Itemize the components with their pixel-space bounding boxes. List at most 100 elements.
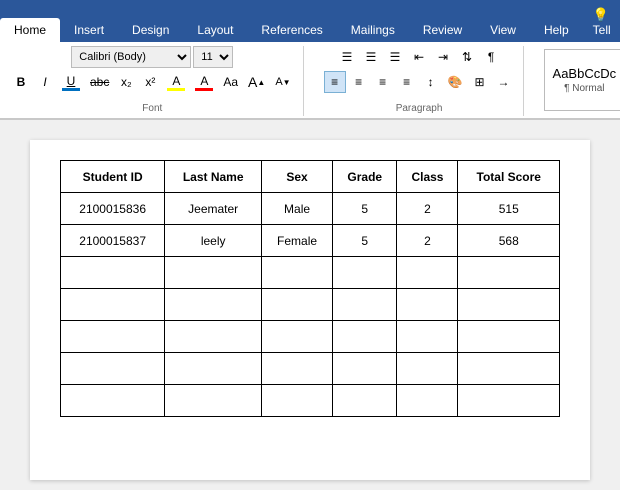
cell-r4-c1 (165, 321, 262, 353)
cell-r1-c2: Female (262, 225, 333, 257)
borders-button[interactable]: ⊞ (469, 71, 491, 93)
highlight-label: A (172, 74, 180, 88)
cell-r2-c1 (165, 257, 262, 289)
underline-button[interactable]: U (58, 71, 84, 93)
cell-r1-c4: 2 (397, 225, 458, 257)
highlight-button[interactable]: A (163, 71, 189, 93)
cell-r1-c3: 5 (333, 225, 397, 257)
cell-r5-c1 (165, 353, 262, 385)
cell-r6-c5 (458, 385, 560, 417)
cell-r1-c0: 2100015837 (61, 225, 165, 257)
style-normal-label: ¶ Normal (564, 83, 604, 94)
font-grow-button[interactable]: A▲ (244, 71, 269, 93)
font-name-select[interactable]: Calibri (Body) (71, 46, 191, 68)
cell-r0-c4: 2 (397, 193, 458, 225)
tab-layout[interactable]: Layout (183, 18, 247, 42)
cell-r0-c3: 5 (333, 193, 397, 225)
tab-review[interactable]: Review (409, 18, 476, 42)
numbered-list-button[interactable]: ☰ (360, 46, 382, 68)
underline-color-bar (62, 88, 80, 91)
line-spacing-button[interactable]: ↕ (420, 71, 442, 93)
cell-r3-c3 (333, 289, 397, 321)
cell-r1-c1: leely (165, 225, 262, 257)
table-row (61, 321, 560, 353)
col-header-grade: Grade (333, 161, 397, 193)
cell-r5-c5 (458, 353, 560, 385)
tab-mailings[interactable]: Mailings (337, 18, 409, 42)
indent-right-button[interactable]: → (493, 71, 515, 93)
cell-r4-c5 (458, 321, 560, 353)
cell-r5-c2 (262, 353, 333, 385)
cell-r1-c5: 568 (458, 225, 560, 257)
cell-r2-c2 (262, 257, 333, 289)
data-table: Student ID Last Name Sex Grade Class Tot… (60, 160, 560, 417)
tab-bar: Home Insert Design Layout References Mai… (0, 0, 620, 42)
cell-r4-c3 (333, 321, 397, 353)
col-header-sex: Sex (262, 161, 333, 193)
align-center-button[interactable]: ≡ (348, 71, 370, 93)
tab-view[interactable]: View (476, 18, 530, 42)
font-case-button[interactable]: Aa (219, 71, 242, 93)
font-shrink-button[interactable]: A▼ (271, 71, 294, 93)
shading-button[interactable]: 🎨 (444, 71, 467, 93)
font-size-select[interactable]: 11 (193, 46, 233, 68)
table-row (61, 353, 560, 385)
cell-r5-c3 (333, 353, 397, 385)
strikethrough-button[interactable]: abc (86, 71, 113, 93)
cell-r4-c4 (397, 321, 458, 353)
subscript-button[interactable]: x₂ (115, 71, 137, 93)
ribbon-group-font: Calibri (Body) 11 B I U abc x₂ x² A (6, 46, 304, 116)
justify-button[interactable]: ≡ (396, 71, 418, 93)
ribbon-group-paragraph: ☰ ☰ ☰ ⇤ ⇥ ⇅ ¶ ≡ ≡ ≡ ≡ ↕ 🎨 ⊞ → Paragraph (320, 46, 524, 116)
bold-button[interactable]: B (10, 71, 32, 93)
cell-r2-c3 (333, 257, 397, 289)
bullets-button[interactable]: ☰ (336, 46, 358, 68)
ribbon: Calibri (Body) 11 B I U abc x₂ x² A (0, 42, 620, 119)
ribbon-group-styles: AaBbCcDc ¶ Normal AaBbCcDc ¶ No Spac... … (540, 46, 620, 116)
table-row: 2100015837leelyFemale52568 (61, 225, 560, 257)
cell-r0-c5: 515 (458, 193, 560, 225)
align-left-button[interactable]: ≡ (324, 71, 346, 93)
cell-r3-c2 (262, 289, 333, 321)
underline-label: U (67, 74, 76, 88)
col-header-student-id: Student ID (61, 161, 165, 193)
table-row (61, 289, 560, 321)
paragraph-group-label: Paragraph (396, 101, 443, 114)
cell-r6-c4 (397, 385, 458, 417)
indent-increase-button[interactable]: ⇥ (432, 46, 454, 68)
table-row (61, 257, 560, 289)
cell-r2-c5 (458, 257, 560, 289)
show-marks-button[interactable]: ¶ (480, 46, 502, 68)
tab-home[interactable]: Home (0, 18, 60, 42)
tab-insert[interactable]: Insert (60, 18, 118, 42)
italic-button[interactable]: I (34, 71, 56, 93)
tab-references[interactable]: References (247, 18, 336, 42)
col-header-class: Class (397, 161, 458, 193)
cell-r0-c0: 2100015836 (61, 193, 165, 225)
superscript-button[interactable]: x² (139, 71, 161, 93)
style-normal-button[interactable]: AaBbCcDc ¶ Normal (544, 49, 620, 111)
font-color-button[interactable]: A (191, 71, 217, 93)
font-group-label: Font (142, 101, 162, 114)
col-header-total-score: Total Score (458, 161, 560, 193)
tab-help[interactable]: Help (530, 18, 583, 42)
cell-r2-c4 (397, 257, 458, 289)
multilevel-list-button[interactable]: ☰ (384, 46, 406, 68)
align-right-button[interactable]: ≡ (372, 71, 394, 93)
tab-design[interactable]: Design (118, 18, 183, 42)
table-row (61, 385, 560, 417)
page: Student ID Last Name Sex Grade Class Tot… (30, 140, 590, 480)
table-row: 2100015836JeematerMale52515 (61, 193, 560, 225)
cell-r3-c1 (165, 289, 262, 321)
cell-r6-c2 (262, 385, 333, 417)
indent-decrease-button[interactable]: ⇤ (408, 46, 430, 68)
tell-me-label: 💡 Tell (583, 2, 620, 42)
document-area: Student ID Last Name Sex Grade Class Tot… (0, 120, 620, 490)
cell-r4-c0 (61, 321, 165, 353)
cell-r0-c1: Jeemater (165, 193, 262, 225)
font-color-bar (195, 88, 213, 91)
cell-r3-c5 (458, 289, 560, 321)
table-header-row: Student ID Last Name Sex Grade Class Tot… (61, 161, 560, 193)
sort-button[interactable]: ⇅ (456, 46, 478, 68)
cell-r3-c4 (397, 289, 458, 321)
